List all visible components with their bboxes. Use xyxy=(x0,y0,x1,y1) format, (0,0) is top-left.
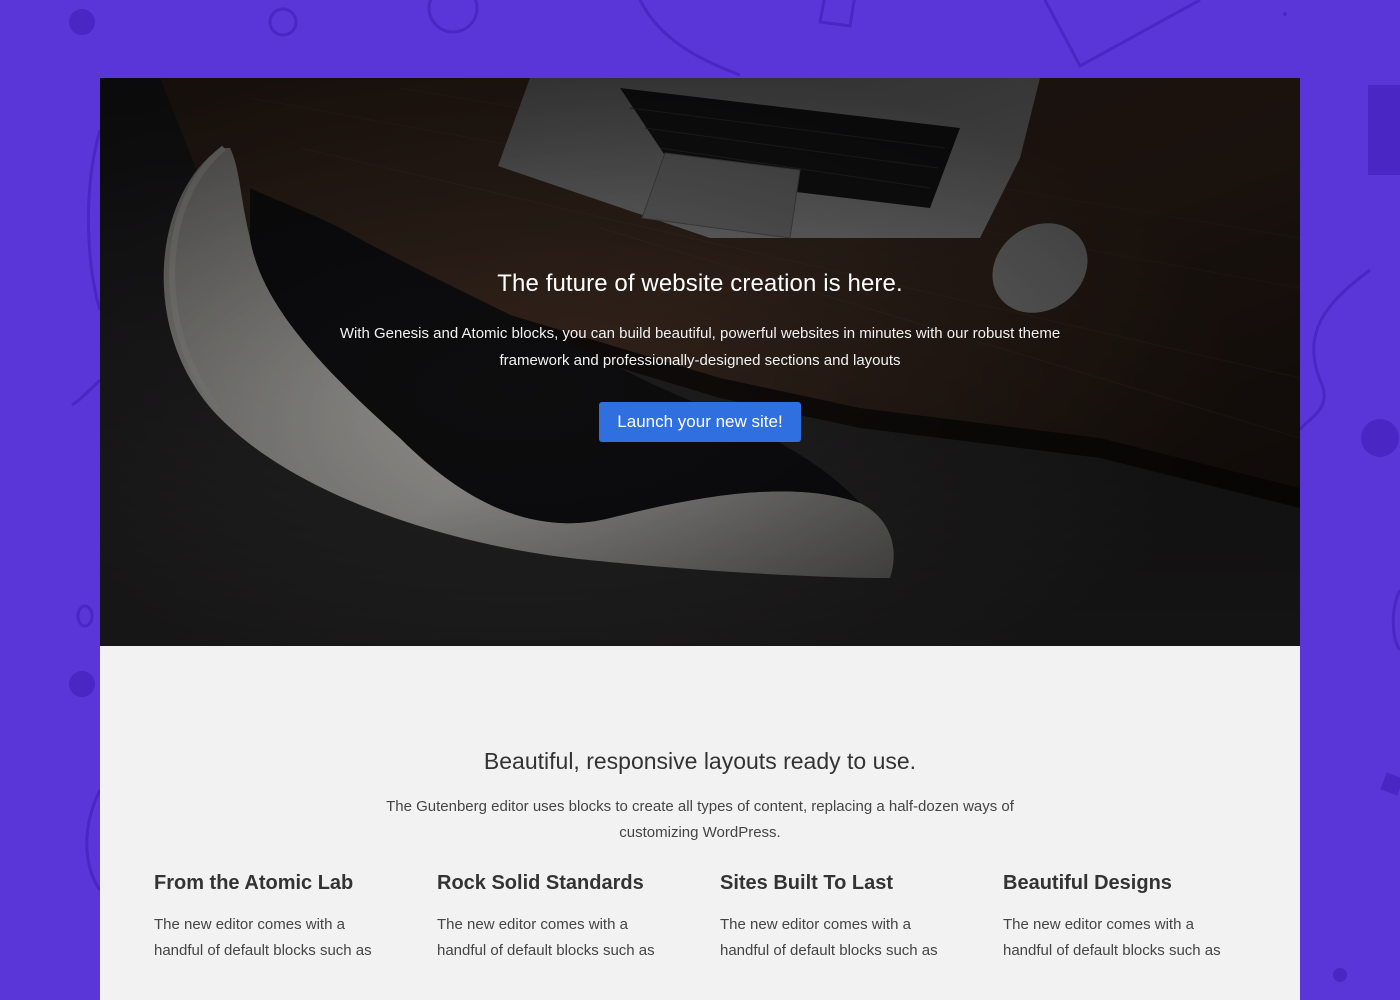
launch-site-button[interactable]: Launch your new site! xyxy=(599,402,801,442)
feature-column: Sites Built To Last The new editor comes… xyxy=(720,868,960,964)
feature-title: Beautiful Designs xyxy=(1003,872,1172,894)
layouts-section: Beautiful, responsive layouts ready to u… xyxy=(100,646,1300,1000)
section-description: The Gutenberg editor uses blocks to crea… xyxy=(386,798,1014,841)
feature-column: Rock Solid Standards The new editor come… xyxy=(437,868,677,964)
hero-section: The future of website creation is here. … xyxy=(100,78,1300,646)
feature-text: The new editor comes with a handful of d… xyxy=(1003,916,1221,959)
feature-column: Beautiful Designs The new editor comes w… xyxy=(1003,868,1243,964)
feature-title: Sites Built To Last xyxy=(720,872,893,894)
section-title: Beautiful, responsive layouts ready to u… xyxy=(483,748,917,774)
feature-text: The new editor comes with a handful of d… xyxy=(437,916,655,959)
feature-title: Rock Solid Standards xyxy=(437,872,644,894)
feature-column: From the Atomic Lab The new editor comes… xyxy=(154,868,394,964)
hero-content: The future of website creation is here. … xyxy=(100,266,1300,442)
feature-text: The new editor comes with a handful of d… xyxy=(154,916,372,959)
hero-description: With Genesis and Atomic blocks, you can … xyxy=(339,325,1061,369)
page-frame: The future of website creation is here. … xyxy=(100,78,1300,1000)
feature-text: The new editor comes with a handful of d… xyxy=(720,916,938,959)
feature-title: From the Atomic Lab xyxy=(154,872,354,894)
hero-title: The future of website creation is here. xyxy=(497,270,903,297)
